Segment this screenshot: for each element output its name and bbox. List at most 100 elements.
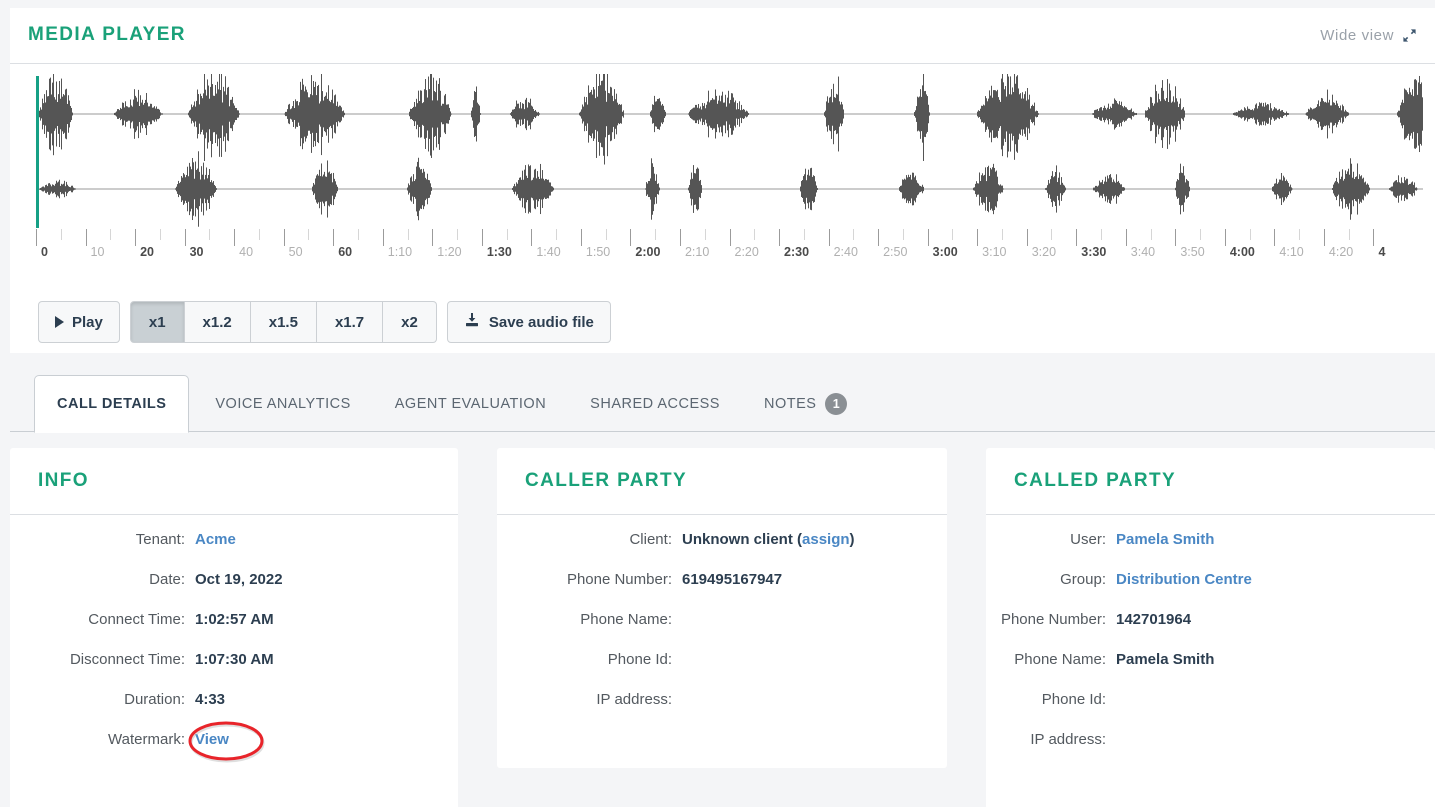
detail-row-label: Group:: [1060, 571, 1106, 588]
ruler-tick-major: [481, 229, 483, 246]
tab-agent-evaluation[interactable]: AGENT EVALUATION: [373, 375, 568, 432]
ruler-tick-label: 30: [189, 245, 204, 259]
ruler-tick-major: [878, 229, 880, 246]
ruler-tick-minor: [110, 229, 112, 240]
detail-row-label: Client:: [629, 531, 672, 548]
speed-button-x1-5[interactable]: x1.5: [250, 301, 317, 343]
ruler-tick-label: 3:50: [1180, 245, 1205, 259]
caller-party-rows: Client: Unknown client (assign) Phone Numb…: [497, 515, 947, 731]
ruler-tick-minor: [754, 229, 756, 240]
ruler-tick-label: 3:00: [932, 245, 958, 259]
tab-notes[interactable]: NOTES 1: [742, 375, 869, 432]
detail-row: Watermark: View: [10, 731, 458, 771]
detail-value-link[interactable]: Distribution Centre: [1116, 571, 1252, 588]
detail-row-value[interactable]: Pamela Smith: [1116, 531, 1435, 548]
detail-row: Connect Time: 1:02:57 AM: [10, 611, 458, 651]
ruler-tick-label: 2:00: [635, 245, 661, 259]
detail-row-label: Phone Name:: [1014, 651, 1106, 668]
detail-value-link[interactable]: Acme: [195, 531, 236, 548]
detail-row-label: Phone Id:: [1041, 691, 1106, 708]
speed-button-x1[interactable]: x1: [129, 301, 185, 343]
ruler-tick-minor: [902, 229, 904, 240]
ruler-tick-minor: [605, 229, 607, 240]
ruler-tick-label: 3:30: [1081, 245, 1107, 259]
ruler-tick-label: 1:10: [387, 245, 413, 259]
client-name-text: Unknown client: [682, 531, 793, 548]
ruler-tick-minor: [556, 229, 558, 240]
detail-row-value: 1:02:57 AM: [195, 611, 274, 628]
tab-label: CALL DETAILS: [57, 396, 167, 412]
speed-button-x2[interactable]: x2: [383, 301, 437, 343]
waveform-area[interactable]: 0 10 20 30 40 50 60 1:10 1:20 1:30 1:40 1:50 2:00 2:1…: [28, 74, 1423, 264]
detail-row-label: Phone Name:: [580, 611, 672, 628]
detail-row: Date: Oct 19, 2022: [10, 571, 458, 611]
ruler-tick-label: 60: [338, 245, 353, 259]
detail-row-label: Duration:: [124, 691, 185, 708]
detail-row: Phone Id:: [986, 691, 1435, 731]
detail-row-value[interactable]: Unknown client (assign): [682, 531, 947, 548]
ruler-tick-minor: [1299, 229, 1301, 240]
detail-row-value: 1:07:30 AM: [195, 651, 274, 668]
ruler-tick-minor: [1001, 229, 1003, 240]
ruler-tick-minor: [704, 229, 706, 240]
play-button[interactable]: Play: [38, 301, 120, 343]
tab-badge-count: 1: [825, 392, 848, 415]
tab-voice-analytics[interactable]: VOICE ANALYTICS: [193, 375, 372, 432]
playhead-cursor[interactable]: [36, 76, 39, 228]
detail-row-value[interactable]: Distribution Centre: [1116, 571, 1435, 588]
detail-row: Phone Name:: [497, 611, 947, 651]
tab-bar: CALL DETAILS VOICE ANALYTICS AGENT EVALUAT…: [10, 375, 1435, 433]
speed-button-x1-7[interactable]: x1.7: [316, 301, 384, 343]
info-rows: Tenant: Acme Date: Oct 19, 2022 Connect Time…: [10, 515, 458, 771]
detail-row-label: User:: [1070, 531, 1106, 548]
ruler-tick-minor: [1348, 229, 1350, 240]
ruler-tick-major: [382, 229, 384, 246]
ruler-tick-label: 4: [1378, 245, 1386, 259]
timeline-ruler[interactable]: 0 10 20 30 40 50 60 1:10 1:20 1:30 1:40 1:50 2:00 2:1…: [28, 229, 1423, 264]
ruler-tick-minor: [506, 229, 508, 240]
play-button-label: Play: [72, 313, 103, 331]
audio-waveform[interactable]: [28, 74, 1423, 229]
tab-call-details[interactable]: CALL DETAILS: [34, 375, 190, 433]
ruler-tick-major: [1373, 229, 1375, 246]
save-audio-file-button[interactable]: Save audio file: [446, 301, 611, 343]
ruler-tick-major: [333, 229, 335, 246]
detail-row: Phone Id:: [497, 651, 947, 691]
ruler-tick-label: 1:40: [536, 245, 561, 259]
assign-client-link[interactable]: assign: [802, 531, 850, 548]
detail-row-value[interactable]: Acme: [195, 531, 458, 548]
detail-row: Group: Distribution Centre: [986, 571, 1435, 611]
detail-row: Tenant: Acme: [10, 531, 458, 571]
ruler-tick-major: [1026, 229, 1028, 246]
ruler-tick-minor: [308, 229, 310, 240]
ruler-tick-minor: [1200, 229, 1202, 240]
ruler-tick-major: [580, 229, 582, 246]
called-party-title: CALLED PARTY: [1014, 470, 1177, 491]
tab-shared-access[interactable]: SHARED ACCESS: [568, 375, 742, 432]
detail-row-label: IP address:: [596, 691, 672, 708]
ruler-tick-label: 2:20: [734, 245, 759, 259]
detail-value-link[interactable]: Pamela Smith: [1116, 531, 1214, 548]
detail-row-value: Pamela Smith: [1116, 651, 1215, 668]
detail-row-label: IP address:: [1030, 731, 1106, 748]
ruler-tick-major: [531, 229, 533, 246]
detail-row: Client: Unknown client (assign): [497, 531, 947, 571]
speed-button-x1-2[interactable]: x1.2: [184, 301, 251, 343]
detail-row-label: Phone Number:: [566, 571, 672, 588]
ruler-tick-major: [729, 229, 731, 246]
tab-label: SHARED ACCESS: [590, 395, 720, 412]
ruler-tick-major: [184, 229, 186, 246]
ruler-tick-label: 1:50: [585, 245, 611, 259]
info-panel-title: INFO: [38, 470, 89, 491]
tab-label: NOTES: [763, 395, 817, 412]
detail-row-value[interactable]: View: [195, 731, 458, 748]
ruler-tick-minor: [1101, 229, 1103, 240]
wide-view-button[interactable]: Wide view: [1320, 27, 1417, 44]
ruler-tick-label: 2:10: [684, 245, 710, 259]
detail-row-value: Oct 19, 2022: [195, 571, 283, 588]
detail-value-link[interactable]: View: [195, 731, 229, 748]
detail-row: User: Pamela Smith: [986, 531, 1435, 571]
ruler-tick-label: 2:50: [883, 245, 908, 259]
detail-row: IP address:: [497, 691, 947, 731]
ruler-tick-major: [1125, 229, 1127, 246]
